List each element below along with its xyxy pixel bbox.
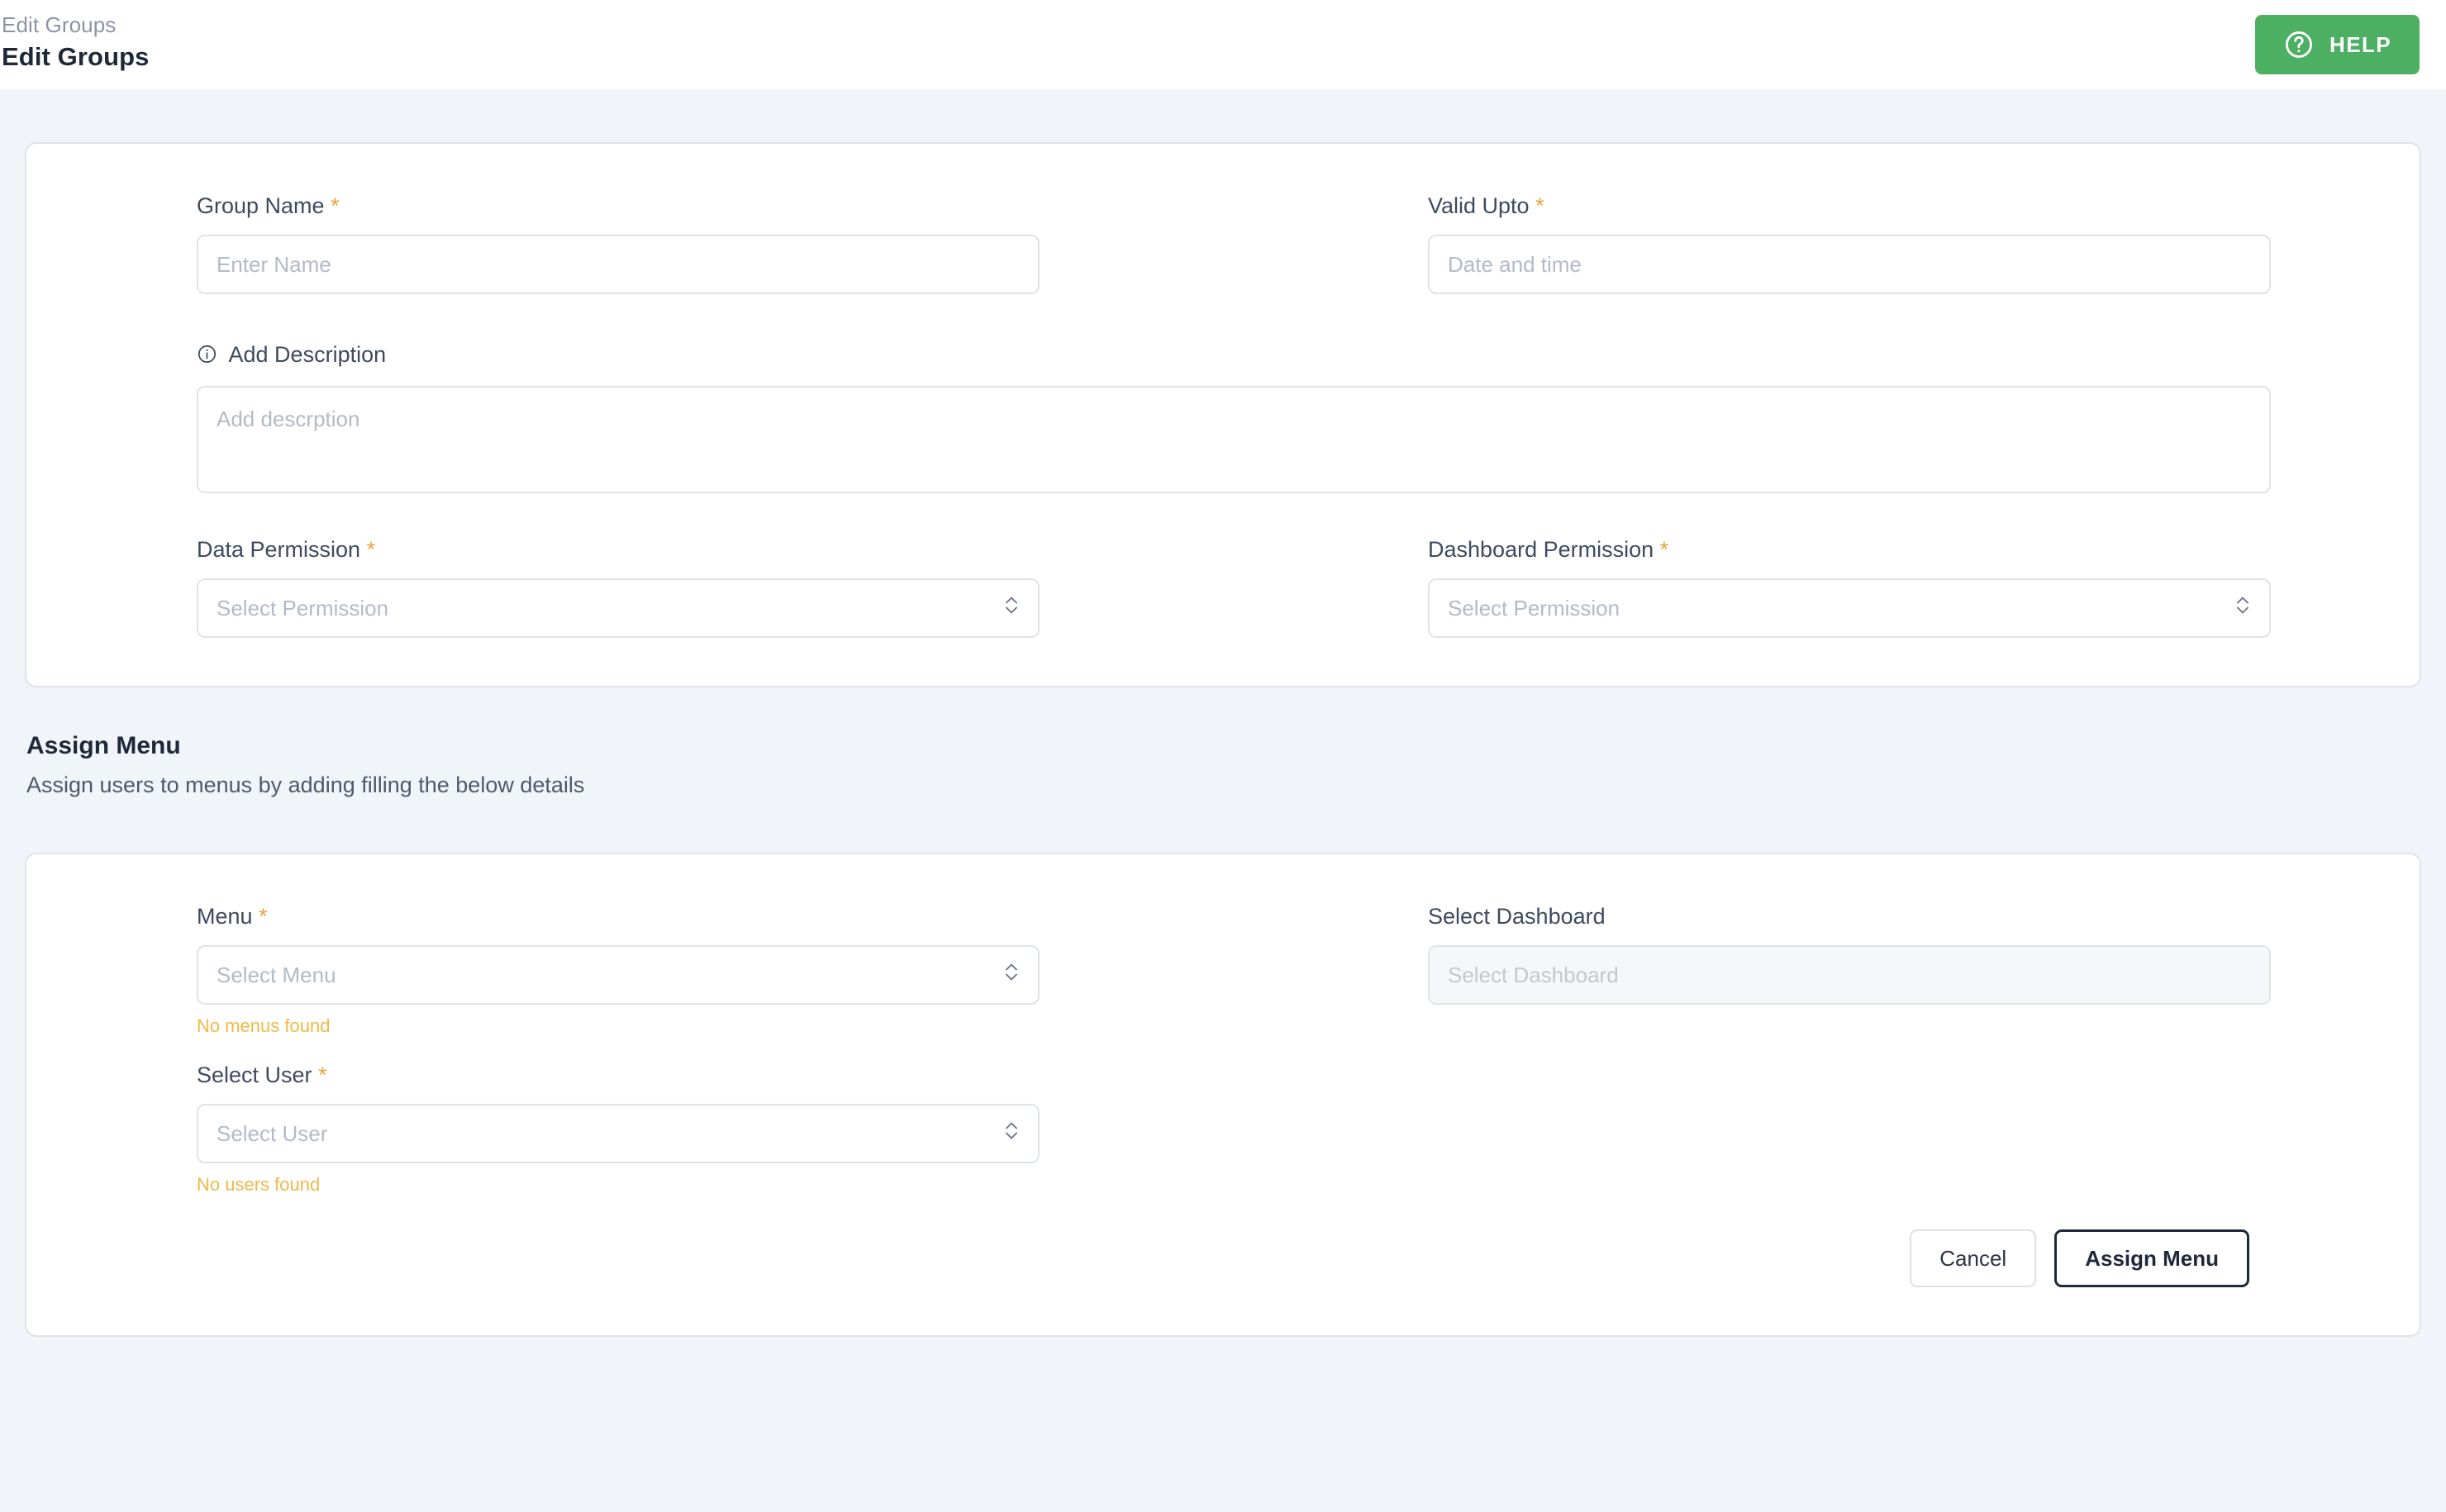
group-name-row: Group Name * Valid Upto * bbox=[197, 192, 2271, 294]
description-label: Add Description bbox=[197, 340, 2271, 371]
description-label-text: Add Description bbox=[228, 342, 387, 367]
required-asterisk: * bbox=[1535, 193, 1544, 218]
user-row: Select User * Select User No users found bbox=[197, 1061, 2271, 1196]
valid-upto-label-text: Valid Upto bbox=[1428, 193, 1530, 218]
valid-upto-field: Valid Upto * bbox=[1428, 192, 2271, 294]
data-permission-value: Select Permission bbox=[217, 595, 389, 620]
dashboard-value: Select Dashboard bbox=[1448, 962, 1619, 987]
menu-select[interactable]: Select Menu bbox=[197, 945, 1040, 1005]
user-row-spacer bbox=[1428, 1061, 2271, 1196]
valid-upto-label: Valid Upto * bbox=[1428, 192, 2271, 220]
stepper-chevrons-icon bbox=[1003, 592, 1020, 625]
assign-menu-section-header: Assign Menu Assign users to menus by add… bbox=[25, 730, 2421, 800]
breadcrumb: Edit Groups bbox=[2, 12, 117, 37]
cancel-button[interactable]: Cancel bbox=[1910, 1229, 2037, 1287]
page-title: Edit Groups bbox=[2, 42, 150, 71]
data-permission-label: Data Permission * bbox=[197, 535, 1040, 563]
required-asterisk: * bbox=[1659, 537, 1669, 562]
group-name-input[interactable] bbox=[197, 235, 1040, 294]
assign-menu-subtitle: Assign users to menus by adding filling … bbox=[26, 773, 585, 797]
page-body: Group Name * Valid Upto * bbox=[0, 142, 2446, 1337]
description-field: Add Description bbox=[197, 340, 2271, 497]
dashboard-select: Select Dashboard bbox=[1428, 945, 2271, 1005]
data-permission-field: Data Permission * Select Permission bbox=[197, 535, 1040, 638]
dashboard-label: Select Dashboard bbox=[1428, 902, 2271, 930]
valid-upto-input[interactable] bbox=[1428, 235, 2271, 294]
group-name-label-text: Group Name bbox=[197, 193, 325, 218]
question-circle-icon bbox=[2283, 29, 2315, 60]
dashboard-permission-label-text: Dashboard Permission bbox=[1428, 537, 1654, 562]
data-permission-select[interactable]: Select Permission bbox=[197, 578, 1040, 638]
dashboard-permission-label: Dashboard Permission * bbox=[1428, 535, 2271, 563]
stepper-chevrons-icon bbox=[2234, 592, 2251, 625]
stepper-chevrons-icon bbox=[1003, 1118, 1020, 1150]
user-field: Select User * Select User No users found bbox=[197, 1061, 1040, 1196]
required-asterisk: * bbox=[318, 1063, 327, 1087]
dashboard-permission-field: Dashboard Permission * Select Permission bbox=[1428, 535, 2271, 638]
required-asterisk: * bbox=[366, 537, 376, 562]
stepper-chevrons-icon bbox=[1003, 959, 1020, 991]
assign-menu-card: Menu * Select Menu No menus found Select… bbox=[25, 853, 2421, 1337]
permissions-row: Data Permission * Select Permission Dash… bbox=[197, 535, 2271, 638]
menu-label: Menu * bbox=[197, 902, 1040, 930]
group-details-card: Group Name * Valid Upto * bbox=[25, 142, 2421, 687]
user-value: Select User bbox=[217, 1120, 328, 1146]
menu-empty-hint: No menus found bbox=[197, 1015, 331, 1036]
dashboard-permission-value: Select Permission bbox=[1448, 595, 1620, 620]
data-permission-label-text: Data Permission bbox=[197, 537, 361, 562]
user-empty-hint: No users found bbox=[197, 1174, 321, 1195]
assign-menu-title: Assign Menu bbox=[26, 732, 181, 759]
group-name-field: Group Name * bbox=[197, 192, 1040, 294]
menu-label-text: Menu bbox=[197, 904, 253, 929]
user-select[interactable]: Select User bbox=[197, 1104, 1040, 1163]
help-button-label: HELP bbox=[2329, 31, 2391, 57]
help-button[interactable]: HELP bbox=[2255, 15, 2420, 74]
menu-field: Menu * Select Menu No menus found bbox=[197, 902, 1040, 1038]
assign-menu-actions: Cancel Assign Menu bbox=[197, 1229, 2271, 1287]
top-bar: Edit Groups Edit Groups HELP bbox=[0, 0, 2446, 89]
dashboard-permission-select[interactable]: Select Permission bbox=[1428, 578, 2271, 638]
user-label: Select User * bbox=[197, 1061, 1040, 1089]
user-label-text: Select User bbox=[197, 1063, 312, 1087]
required-asterisk: * bbox=[331, 193, 340, 218]
menu-value: Select Menu bbox=[217, 962, 336, 987]
assign-menu-button[interactable]: Assign Menu bbox=[2054, 1229, 2249, 1287]
dashboard-label-text: Select Dashboard bbox=[1428, 904, 1606, 929]
group-name-label: Group Name * bbox=[197, 192, 1040, 220]
menu-row: Menu * Select Menu No menus found Select… bbox=[197, 902, 2271, 1038]
description-textarea[interactable] bbox=[197, 386, 2271, 493]
required-asterisk: * bbox=[259, 904, 268, 929]
info-circle-icon bbox=[197, 345, 224, 369]
header-text-block: Edit Groups Edit Groups bbox=[0, 12, 150, 73]
dashboard-field: Select Dashboard Select Dashboard bbox=[1428, 902, 2271, 1038]
